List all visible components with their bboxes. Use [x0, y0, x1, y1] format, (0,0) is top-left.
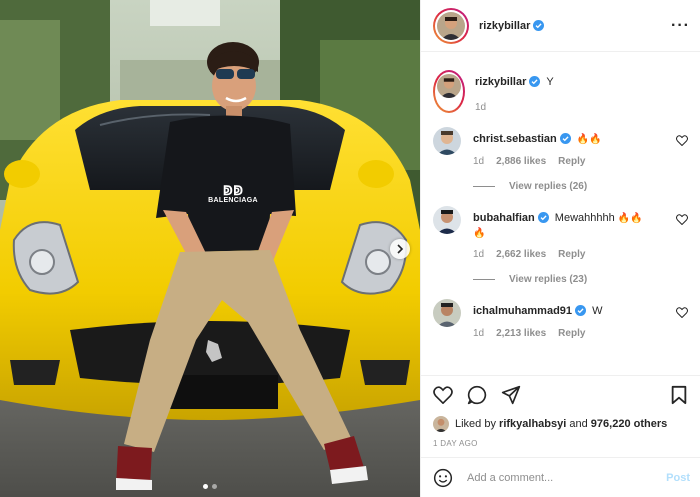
photo-scene [0, 0, 420, 497]
avatar-ring-inner [435, 72, 463, 111]
post-actions [421, 375, 700, 413]
comment-emojis: 🔥🔥 [617, 213, 643, 224]
instagram-post: ↁↁ BALENCIAGA rizkybillar ··· rizkybilla… [0, 0, 700, 497]
bookmark-icon[interactable] [670, 385, 688, 405]
comment-body: christ.sebastian 🔥🔥 1d 2,886 likes Reply [473, 127, 688, 167]
comment-age[interactable]: 1d [473, 156, 484, 167]
view-replies-button[interactable]: View replies (26) [473, 181, 688, 192]
add-comment-input[interactable] [467, 471, 667, 484]
more-options-icon[interactable]: ··· [671, 17, 690, 33]
liker-avatar[interactable] [433, 416, 449, 432]
caption-meta: 1d [475, 102, 666, 113]
comment-line: christ.sebastian 🔥🔥 [473, 127, 666, 147]
comment-username[interactable]: christ.sebastian [473, 133, 557, 145]
comment-text: Mewahhhhh [554, 212, 615, 224]
reply-button[interactable]: Reply [558, 249, 585, 260]
comment-meta: 1d 2,213 likes Reply [473, 328, 666, 339]
verified-icon [529, 76, 541, 87]
commenter-avatar[interactable] [433, 299, 461, 327]
author-username[interactable]: rizkybillar [479, 20, 530, 32]
liked-by-user[interactable]: rifkyalhabsyi [499, 418, 566, 430]
comment-text: W [592, 305, 603, 317]
comment-body: bubahalfian Mewahhhhh 🔥🔥 🔥 1d 2,662 like… [473, 206, 688, 260]
commenter-avatar[interactable] [433, 206, 461, 234]
liked-by-prefix: Liked by [455, 418, 496, 430]
comment-meta: 1d 2,662 likes Reply [473, 249, 666, 260]
comment-age[interactable]: 1d [473, 249, 484, 260]
verified-icon [533, 20, 545, 31]
heart-icon[interactable] [676, 135, 688, 146]
reply-button[interactable]: Reply [558, 328, 585, 339]
caption-body: rizkybillar Y 1d [475, 70, 688, 113]
verified-icon [559, 133, 571, 144]
comment-likes[interactable]: 2,886 likes [496, 156, 546, 167]
view-replies-label: View replies (23) [509, 274, 588, 285]
emoji-icon[interactable] [433, 468, 453, 488]
add-comment-bar: Post [421, 457, 700, 497]
reply-button[interactable]: Reply [558, 156, 585, 167]
replies-divider [473, 279, 495, 280]
author-avatar [437, 11, 465, 40]
caption-age[interactable]: 1d [475, 102, 486, 113]
post-comment-button[interactable]: Post [666, 472, 690, 484]
comment-body: ichalmuhammad91 W 1d 2,213 likes Reply [473, 299, 688, 339]
view-replies-button[interactable]: View replies (23) [473, 274, 688, 285]
post-side-panel: rizkybillar ··· rizkybillar Y 1d christ.… [420, 0, 700, 497]
author-avatar-ring[interactable] [433, 7, 469, 44]
posted-time[interactable]: 1 DAY AGO [421, 435, 700, 457]
caption-avatar-ring[interactable] [433, 70, 465, 113]
comment-line: ichalmuhammad91 W [473, 299, 666, 319]
caption: rizkybillar Y 1d [433, 70, 688, 113]
caption-text: Y [546, 76, 554, 88]
caption-username[interactable]: rizkybillar [475, 76, 526, 88]
post-photo[interactable]: ↁↁ BALENCIAGA [0, 0, 420, 497]
comment-item: christ.sebastian 🔥🔥 1d 2,886 likes Reply [433, 127, 688, 167]
heart-icon[interactable] [433, 385, 453, 404]
carousel-indicator [0, 484, 420, 489]
comment-likes[interactable]: 2,662 likes [496, 249, 546, 260]
comment-username[interactable]: bubahalfian [473, 212, 535, 224]
comment-meta: 1d 2,886 likes Reply [473, 156, 666, 167]
comment-icon[interactable] [467, 385, 487, 405]
view-replies-label: View replies (26) [509, 181, 588, 192]
heart-icon[interactable] [676, 307, 688, 318]
avatar-ring-inner [435, 9, 467, 42]
comment-emojis-2: 🔥 [473, 228, 486, 239]
verified-icon [575, 305, 587, 316]
likes-summary: Liked by rifkyalhabsyi and 976,220 other… [421, 413, 700, 435]
heart-icon[interactable] [676, 214, 688, 225]
comment-emojis: 🔥🔥 [576, 134, 602, 145]
replies-divider [473, 186, 495, 187]
liked-by-and: and [569, 418, 588, 430]
comment-username[interactable]: ichalmuhammad91 [473, 305, 572, 317]
shirt-logo: ↁↁ BALENCIAGA [203, 184, 263, 204]
post-header: rizkybillar ··· [421, 0, 700, 52]
comment-item: ichalmuhammad91 W 1d 2,213 likes Reply [433, 299, 688, 339]
shirt-logo-text: BALENCIAGA [208, 197, 258, 204]
caption-line: rizkybillar Y [475, 70, 666, 90]
carousel-dot [212, 484, 217, 489]
share-icon[interactable] [501, 385, 521, 405]
caption-avatar [437, 74, 461, 98]
verified-icon [537, 212, 549, 223]
comment-line: bubahalfian Mewahhhhh 🔥🔥 🔥 [473, 206, 666, 241]
liked-by-others[interactable]: 976,220 others [591, 418, 667, 430]
commenter-avatar[interactable] [433, 127, 461, 155]
comment-likes[interactable]: 2,213 likes [496, 328, 546, 339]
shirt-logo-mark: ↁↁ [222, 183, 244, 198]
carousel-dot-active [203, 484, 208, 489]
carousel-next-button[interactable] [390, 239, 410, 259]
comments-section: rizkybillar Y 1d christ.sebastian 🔥🔥 1d … [421, 52, 700, 375]
comment-age[interactable]: 1d [473, 328, 484, 339]
comment-item: bubahalfian Mewahhhhh 🔥🔥 🔥 1d 2,662 like… [433, 206, 688, 260]
chevron-right-icon [397, 244, 404, 254]
